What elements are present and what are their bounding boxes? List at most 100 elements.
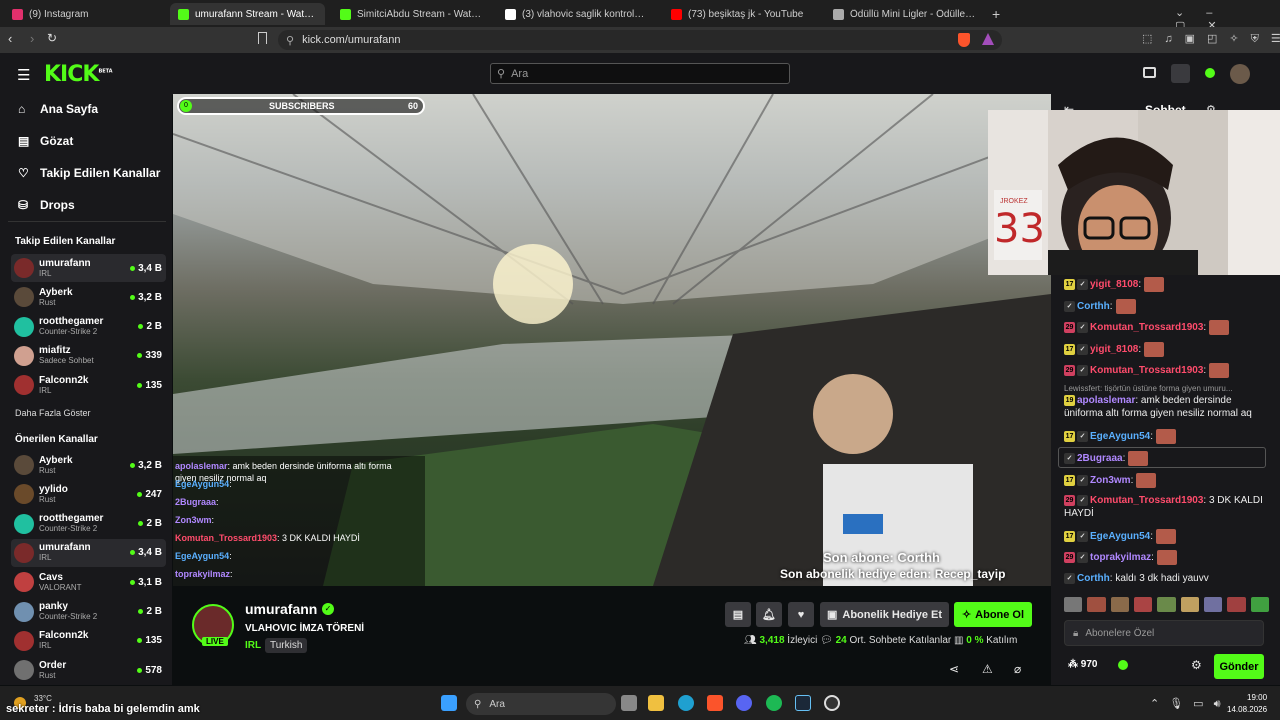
sidebar-channel[interactable]: Ayberk Rust 3,2 B xyxy=(11,451,166,479)
browser-tab[interactable]: umurafann Stream - Watch Li xyxy=(170,3,325,25)
url-field[interactable]: ⚲ kick.com/umurafann xyxy=(278,30,1002,50)
clock-date[interactable]: 14.08.2026 xyxy=(1227,705,1267,714)
emote-9[interactable] xyxy=(1250,597,1269,612)
sidebar-channel[interactable]: panky Counter-Strike 2 2 B xyxy=(11,598,166,626)
notify-button[interactable]: 🔔︎ xyxy=(756,602,782,627)
chat-message[interactable]: 29 ✓ Komutan_Trossard1903: 3 DK KALDI HAYD… xyxy=(1064,494,1269,520)
chat-settings-gear-icon[interactable]: ⚙ xyxy=(1191,658,1202,672)
extension-icons[interactable]: ⬚♫▣◰✧⛨☰ xyxy=(1142,32,1280,46)
sidebar-nav-item[interactable]: ⌂ Ana Sayfa xyxy=(18,102,98,116)
sidebar-channel[interactable]: umurafann IRL 3,4 B xyxy=(11,538,166,567)
sidebar-channel[interactable]: miafitz Sadece Sohbet 339 xyxy=(11,342,166,370)
chat-message[interactable]: 17 ✓ EgeAygun54: xyxy=(1064,529,1269,544)
brave-icon[interactable] xyxy=(707,695,723,711)
emote-2[interactable] xyxy=(1087,597,1106,612)
clock-time[interactable]: 19:00 xyxy=(1247,693,1267,702)
back-icon[interactable]: ‹ xyxy=(8,31,12,46)
edge-icon[interactable] xyxy=(678,695,694,711)
chat-message[interactable]: 29 ✓ Komutan_Trossard1903: xyxy=(1064,363,1269,378)
chat-message[interactable]: ✓ Corthh: xyxy=(1064,298,1269,314)
emote-8[interactable] xyxy=(1227,597,1246,612)
steam-icon[interactable] xyxy=(795,695,811,711)
chat-message[interactable]: 17 ✓ Zon3wm: xyxy=(1064,473,1269,488)
sidebar-channel[interactable]: Order Rust 578 xyxy=(11,656,166,684)
chat-username[interactable]: Zon3wm xyxy=(1090,475,1131,486)
chat-username[interactable]: Komutan_Trossard1903 xyxy=(1090,322,1203,333)
emote-4[interactable] xyxy=(1133,597,1153,612)
taskbar-search[interactable]: ⚲ Ara xyxy=(466,693,616,715)
emote-bar[interactable] xyxy=(1064,597,1269,613)
sidebar-channel[interactable]: rootthegamer Counter-Strike 2 2 B xyxy=(11,510,166,538)
chat-input[interactable]: 🔒︎ Abonelere Özel xyxy=(1064,620,1264,646)
report-icon[interactable]: ⚠ xyxy=(982,662,993,676)
browser-tab[interactable]: (3) vlahovic saglik kontrolu - Arama / xyxy=(497,3,657,25)
chat-message[interactable]: 17 ✓ EgeAygun54: xyxy=(1064,429,1269,444)
chat-message[interactable]: 17 ✓ yigit_8108: xyxy=(1064,341,1269,357)
chat-message[interactable]: 17 ✓ yigit_8108: xyxy=(1064,277,1269,292)
chat-message[interactable]: 29 ✓ Komutan_Trossard1903: xyxy=(1064,320,1269,335)
menu-icon[interactable]: ☰ xyxy=(17,66,30,84)
sidebar-channel[interactable]: Ayberk Rust 3,2 B xyxy=(11,283,166,311)
file-explorer-icon[interactable] xyxy=(648,695,664,711)
emote-1[interactable] xyxy=(1064,597,1083,612)
system-tray[interactable]: ⌃🎙︎▭🔊︎ xyxy=(1150,697,1231,711)
emote-3[interactable] xyxy=(1110,597,1129,612)
sidebar-channel[interactable]: rootthegamer Counter-Strike 2 2 B xyxy=(11,313,166,341)
bookmark-icon[interactable] xyxy=(258,32,267,44)
reload-icon[interactable]: ↻ xyxy=(47,31,57,45)
chat-username[interactable]: Corthh xyxy=(1077,301,1110,312)
user-avatar[interactable] xyxy=(1230,64,1250,84)
dashboard-icon[interactable] xyxy=(1171,64,1190,83)
category-link[interactable]: IRL xyxy=(245,640,261,651)
site-info-icon[interactable]: ⚲ xyxy=(286,34,294,47)
obs-icon[interactable] xyxy=(824,695,840,711)
brave-shield-icon[interactable] xyxy=(958,33,970,47)
channel-name[interactable]: umurafann xyxy=(245,601,317,617)
kick-coin-icon[interactable] xyxy=(1205,68,1215,78)
chat-username[interactable]: yigit_8108 xyxy=(1090,279,1138,290)
start-icon[interactable] xyxy=(441,695,457,711)
emote-7[interactable] xyxy=(1203,597,1223,612)
sidebar-channel[interactable]: umurafann IRL 3,4 B xyxy=(11,254,166,282)
spotify-icon[interactable] xyxy=(766,695,782,711)
chat-username[interactable]: Corthh xyxy=(1077,573,1110,584)
new-tab-button[interactable]: + xyxy=(992,6,1000,22)
discord-icon[interactable] xyxy=(736,695,752,711)
chat-message[interactable]: ✓ Corthh: kaldı 3 dk hadi yauvv xyxy=(1064,572,1269,585)
chat-message[interactable]: 29 ✓ toprakyilmaz: xyxy=(1064,550,1269,565)
kick-points-icon[interactable] xyxy=(1118,660,1128,670)
browser-tab[interactable]: SimitciAbdu Stream - Watch Live on xyxy=(332,3,492,25)
sidebar-nav-item[interactable]: ♡ Takip Edilen Kanallar xyxy=(18,166,160,180)
sidebar-nav-item[interactable]: ⛁ Drops xyxy=(18,198,75,212)
chat-username[interactable]: toprakyilmaz xyxy=(1090,552,1151,563)
language-tag[interactable]: Turkish xyxy=(265,638,308,653)
emote-5[interactable] xyxy=(1157,597,1176,612)
send-button[interactable]: Gönder xyxy=(1214,654,1264,679)
chat-username[interactable]: EgeAygun54 xyxy=(1090,431,1150,442)
chat-username[interactable]: apolaslemar xyxy=(1077,395,1135,406)
more-options-icon[interactable]: ⌀ xyxy=(1014,662,1021,676)
chat-username[interactable]: Komutan_Trossard1903 xyxy=(1090,495,1203,506)
show-more-link[interactable]: Daha Fazla Göster xyxy=(15,408,91,418)
sidebar-channel[interactable]: Cavs VALORANT 3,1 B xyxy=(11,568,166,596)
video-player[interactable]: 0 SUBSCRIBERS 60 apolaslemar: amk beden … xyxy=(173,94,1051,586)
weather-temp[interactable]: 33°C xyxy=(34,694,52,703)
browser-tab[interactable]: Ödüllü Mini Ligler - Ödüller - TFF Fant xyxy=(825,3,985,25)
chat-username[interactable]: EgeAygun54 xyxy=(1090,531,1150,542)
search-input[interactable]: ⚲ Ara xyxy=(490,63,790,84)
follow-button[interactable]: ♥ xyxy=(788,602,814,627)
browser-tab[interactable]: (73) beşiktaş jk - YouTube xyxy=(663,3,823,25)
kick-logo[interactable]: KICKBETA xyxy=(44,62,113,87)
sidebar-channel[interactable]: yylido Rust 247 xyxy=(11,480,166,508)
clip-button[interactable]: ▤ xyxy=(725,602,751,627)
sidebar-channel[interactable]: Falconn2k IRL 135 xyxy=(11,371,166,399)
task-view-icon[interactable] xyxy=(621,695,637,711)
chat-message[interactable]: 19 apolaslemar: amk beden dersinde ünifor… xyxy=(1064,394,1269,420)
share-icon[interactable]: ⋖ xyxy=(949,662,959,676)
gift-sub-button[interactable]: ▣ Abonelik Hediye Et xyxy=(820,602,949,627)
browser-tab[interactable]: (9) Instagram xyxy=(4,3,164,25)
emote-6[interactable] xyxy=(1180,597,1199,612)
sidebar-channel[interactable]: Falconn2k IRL 135 xyxy=(11,627,166,655)
theater-mode-icon[interactable] xyxy=(1143,67,1156,78)
subscribe-button[interactable]: ✧ Abone Ol xyxy=(954,602,1032,627)
